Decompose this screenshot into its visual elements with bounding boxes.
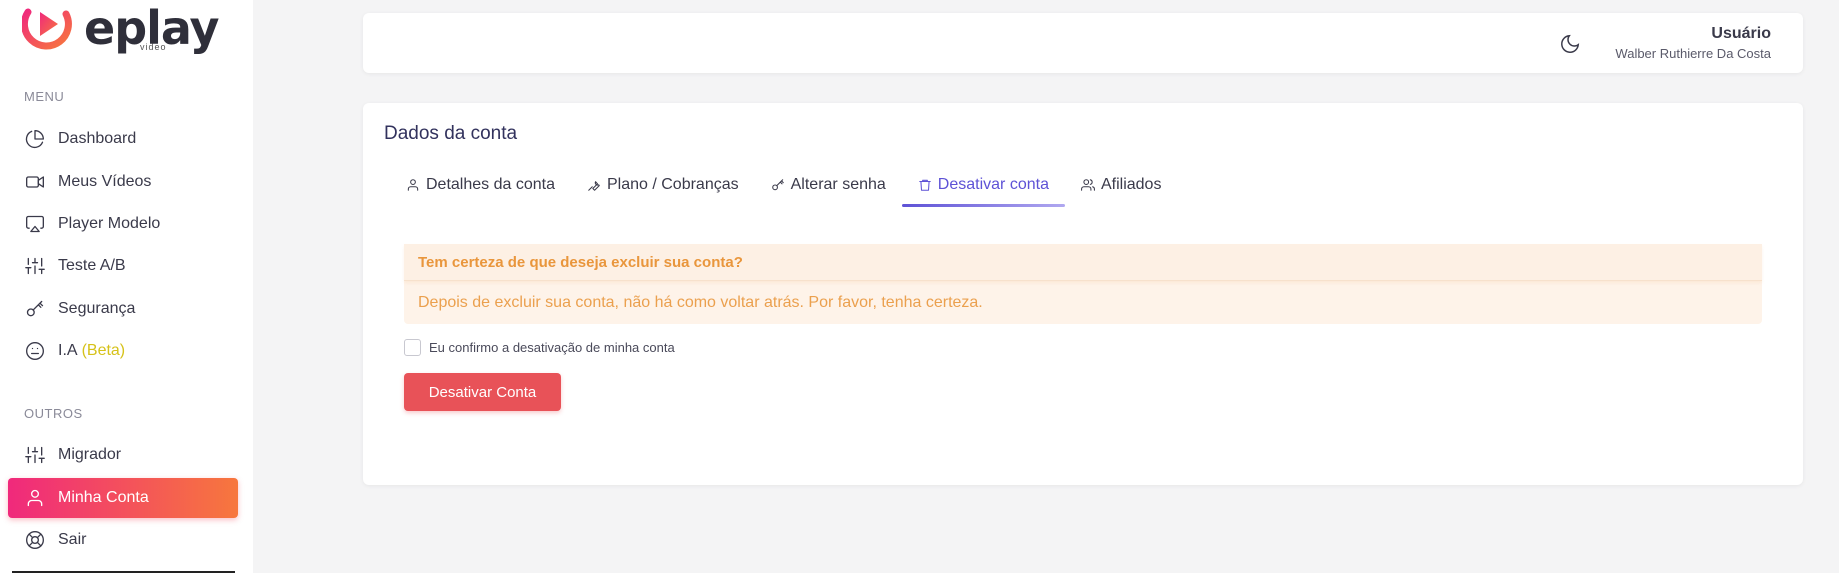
deactivate-account-button[interactable]: Desativar Conta: [404, 373, 561, 411]
sidebar-item-player-modelo[interactable]: Player Modelo: [8, 204, 238, 244]
account-card: Dados da conta Detalhes da conta Plano /…: [363, 103, 1803, 485]
tab-label: Afiliados: [1100, 176, 1162, 193]
tab-label: Detalhes da conta: [426, 176, 555, 193]
sidebar: eplay video MENU Dashboard Meus Vídeos P…: [0, 0, 253, 573]
warning-alert: Tem certeza de que deseja excluir sua co…: [404, 244, 1762, 324]
sliders-icon: [24, 444, 46, 466]
sidebar-item-sair[interactable]: Sair: [8, 520, 238, 560]
sliders-icon: [24, 255, 46, 277]
sidebar-item-label: Migrador: [58, 446, 122, 463]
trash-icon: [918, 178, 932, 192]
life-buoy-icon: [24, 529, 46, 551]
sidebar-item-label: Segurança: [58, 300, 136, 317]
user-icon: [24, 487, 46, 509]
sidebar-item-minha-conta[interactable]: Minha Conta: [8, 478, 238, 518]
sidebar-item-seguranca[interactable]: Segurança: [8, 289, 238, 329]
page-title: Dados da conta: [384, 123, 518, 144]
sidebar-item-label: Sair: [58, 531, 87, 548]
confirm-checkbox[interactable]: [404, 339, 421, 356]
sidebar-item-label: Player Modelo: [58, 215, 161, 232]
smile-icon: [24, 340, 46, 362]
tab-detalhes-da-conta[interactable]: Detalhes da conta: [390, 171, 571, 207]
account-tabs: Detalhes da conta Plano / Cobranças Alte…: [390, 171, 1177, 207]
key-icon: [24, 298, 46, 320]
tab-desativar-conta[interactable]: Desativar conta: [901, 171, 1066, 207]
sidebar-item-ia[interactable]: I.A (Beta): [8, 331, 238, 371]
logo-subtitle: video: [140, 42, 167, 52]
sidebar-item-label: I.A: [58, 342, 78, 359]
video-camera-icon: [24, 171, 46, 193]
sidebar-item-label: Dashboard: [58, 130, 137, 147]
tab-label: Alterar senha: [790, 176, 886, 193]
tab-label: Desativar conta: [937, 176, 1049, 193]
sidebar-item-meus-videos[interactable]: Meus Vídeos: [8, 162, 238, 202]
sidebar-item-label: Meus Vídeos: [58, 173, 152, 190]
tab-alterar-senha[interactable]: Alterar senha: [755, 171, 902, 207]
confirm-label[interactable]: Eu confirmo a desativação de minha conta: [429, 340, 675, 355]
sidebar-item-dashboard[interactable]: Dashboard: [8, 119, 238, 159]
tab-afiliados[interactable]: Afiliados: [1065, 171, 1177, 207]
tab-label: Plano / Cobranças: [606, 176, 739, 193]
moon-icon[interactable]: [1559, 33, 1581, 55]
user-icon: [406, 178, 420, 192]
other-section-title: OUTROS: [24, 406, 83, 421]
eplay-logo[interactable]: eplay video: [22, 2, 222, 54]
sidebar-item-teste-ab[interactable]: Teste A/B: [8, 246, 238, 286]
sidebar-item-label: Teste A/B: [58, 257, 126, 274]
key-icon: [771, 178, 785, 192]
tab-plano-cobrancas[interactable]: Plano / Cobranças: [571, 171, 755, 207]
play-logo-icon: [22, 8, 72, 50]
sidebar-item-migrador[interactable]: Migrador: [8, 435, 238, 475]
alert-heading: Tem certeza de que deseja excluir sua co…: [404, 244, 1762, 281]
users-icon: [1081, 178, 1095, 192]
confirm-row: Eu confirmo a desativação de minha conta: [404, 339, 675, 356]
top-header: Usuário Walber Ruthierre Da Costa: [363, 13, 1803, 73]
beta-badge: (Beta): [81, 342, 126, 359]
sidebar-item-label: Minha Conta: [58, 489, 149, 506]
alert-body: Depois de excluir sua conta, não há como…: [418, 293, 983, 311]
user-name: Walber Ruthierre Da Costa: [1615, 46, 1771, 61]
menu-section-title: MENU: [24, 89, 65, 104]
airplay-icon: [24, 213, 46, 235]
tool-icon: [587, 178, 601, 192]
pie-chart-icon: [24, 128, 46, 150]
user-label: Usuário: [1711, 25, 1771, 42]
